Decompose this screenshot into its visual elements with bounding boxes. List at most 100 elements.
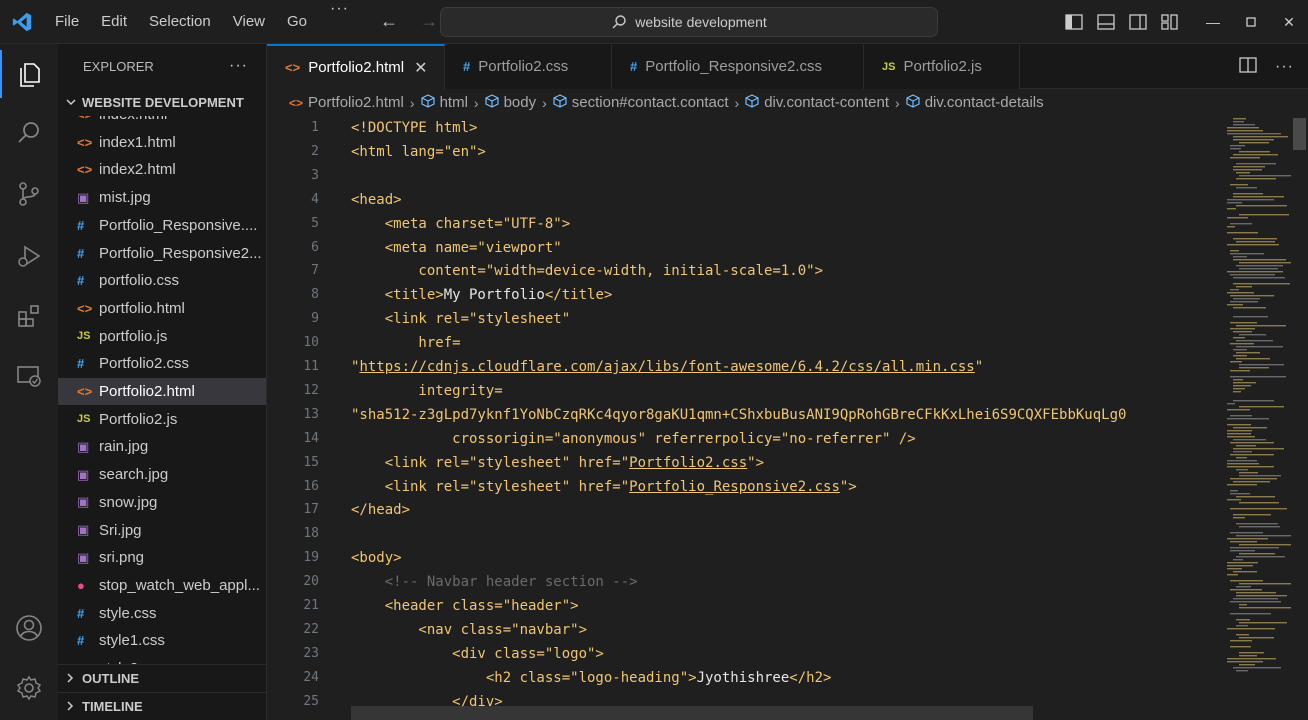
tab-portfolio2-css[interactable]: # Portfolio2.css [445,44,612,89]
file-item[interactable]: # Portfolio2.css [58,350,266,377]
minimap-line [1233,598,1278,600]
file-item[interactable]: ▣ sri.png [58,544,266,571]
menu-view[interactable]: View [222,0,276,44]
file-item[interactable]: ▣ rain.jpg [58,433,266,460]
code-text: <div class="logo"> [351,642,604,666]
file-item[interactable]: # style.css [58,600,266,627]
code-token: integrity= [351,382,503,399]
remote-explorer-icon[interactable] [0,352,58,400]
tab-portfolio-responsive2-css[interactable]: # Portfolio_Responsive2.css [612,44,864,89]
back-arrow-icon[interactable]: ← [369,11,409,32]
file-item[interactable]: <>index.html [58,116,266,128]
minimap-line [1239,142,1269,144]
minimap-line [1227,565,1253,567]
code-text: <link rel="stylesheet" href="Portfolio2.… [351,451,764,475]
tab-portfolio2-js[interactable]: JS Portfolio2.js [864,44,1020,89]
customize-layout-icon[interactable] [1154,0,1186,44]
explorer-more-button[interactable]: ··· [229,57,248,75]
file-type-icon: ▣ [77,522,90,537]
editor-more-icon[interactable]: ··· [1275,58,1294,76]
minimap-line [1227,232,1258,234]
command-center-search[interactable]: website development [440,7,938,37]
code-text: href= [351,331,460,355]
file-item[interactable]: ▣ snow.jpg [58,489,266,516]
code-token: <title> [351,287,444,304]
chevron-right-icon [66,699,74,714]
line-number: 18 [303,526,319,542]
file-item[interactable]: <> index1.html [58,129,266,156]
file-item[interactable]: ▣ search.jpg [58,461,266,488]
toggle-sidebar-icon[interactable] [1058,0,1090,44]
js-file-icon: JS [882,60,896,73]
split-editor-icon[interactable] [1239,57,1257,76]
code-line: 5 <meta charset="UTF-8"> [267,212,1227,236]
minimap-line [1239,364,1284,366]
menu-selection[interactable]: Selection [138,0,222,44]
horizontal-scrollbar[interactable] [351,706,1033,720]
minimap-line [1227,460,1257,462]
file-item[interactable]: JS portfolio.js [58,323,266,350]
minimize-icon[interactable]: — [1194,0,1232,44]
account-icon[interactable] [0,604,58,652]
code-text: integrity= [351,379,503,403]
file-item[interactable]: ● stop_watch_web_appl... [58,572,266,599]
minimap-line [1236,619,1250,621]
minimap-line [1239,151,1270,153]
minimap-line [1227,463,1259,465]
workspace-folder[interactable]: WEBSITE DEVELOPMENT [58,88,266,116]
breadcrumb-file[interactable]: <> Portfolio2.html [289,94,404,111]
file-item[interactable]: ▣ Sri.jpg [58,517,266,544]
breadcrumb-item-label: html [439,94,468,111]
line-number: 22 [303,621,319,637]
tab-portfolio2-html[interactable]: <> Portfolio2.html ✕ [267,44,445,89]
source-control-icon[interactable] [0,170,58,218]
explorer-icon[interactable] [0,50,58,98]
code-token: Jyothishree [696,669,790,686]
toggle-secondary-sidebar-icon[interactable] [1122,0,1154,44]
maximize-icon[interactable] [1232,0,1270,44]
breadcrumb-item[interactable]: section#contact.contact [553,93,729,112]
minimap[interactable] [1223,116,1293,676]
toggle-panel-icon[interactable] [1090,0,1122,44]
minimap-line [1233,559,1243,561]
breadcrumb-item[interactable]: div.contact-content [745,93,889,112]
file-item[interactable]: JS Portfolio2.js [58,406,266,433]
breadcrumb-separator-icon: › [734,94,740,111]
search-view-icon[interactable] [0,108,58,156]
file-name: index.html [99,116,167,123]
file-item[interactable]: # style1.css [58,627,266,654]
vertical-scrollbar[interactable] [1291,116,1308,720]
file-item[interactable]: <> portfolio.html [58,295,266,322]
close-window-icon[interactable]: ✕ [1270,0,1308,44]
minimap-line [1230,442,1274,444]
file-type-icon: # [77,273,85,289]
file-item[interactable]: ▣ mist.jpg [58,184,266,211]
menu-edit[interactable]: Edit [90,0,138,44]
outline-section[interactable]: OUTLINE [58,664,266,692]
minimap-line [1236,352,1260,354]
file-item[interactable]: # Portfolio_Responsive2... [58,240,266,267]
breadcrumb-item[interactable]: html [420,93,468,112]
file-item[interactable]: # portfolio.css [58,267,266,294]
breadcrumb-item[interactable]: div.contact-details [906,93,1044,112]
file-name: portfolio.html [99,299,185,317]
minimap-line [1233,124,1255,126]
timeline-section[interactable]: TIMELINE [58,692,266,720]
menu-go[interactable]: Go [276,0,318,44]
scrollbar-thumb[interactable] [1293,118,1306,150]
menu-file[interactable]: File [44,0,90,44]
file-item[interactable]: # Portfolio_Responsive.... [58,212,266,239]
minimap-line [1227,433,1251,435]
extensions-icon[interactable] [0,292,58,340]
line-number: 3 [311,167,319,183]
code-text: <link rel="stylesheet" href="Portfolio_R… [351,475,857,499]
close-tab-icon[interactable]: ✕ [414,58,427,78]
file-item[interactable]: <> index2.html [58,156,266,183]
file-name: index2.html [99,161,176,179]
code-editor[interactable]: 1 <!DOCTYPE html> 2 <html lang="en"> 3 4 <head… [267,116,1308,720]
menu-more-button[interactable]: ··· [318,0,361,44]
run-debug-icon[interactable] [0,232,58,280]
breadcrumb-item[interactable]: body [484,93,536,112]
file-item[interactable]: <> Portfolio2.html [58,378,266,405]
settings-gear-icon[interactable] [0,664,58,712]
